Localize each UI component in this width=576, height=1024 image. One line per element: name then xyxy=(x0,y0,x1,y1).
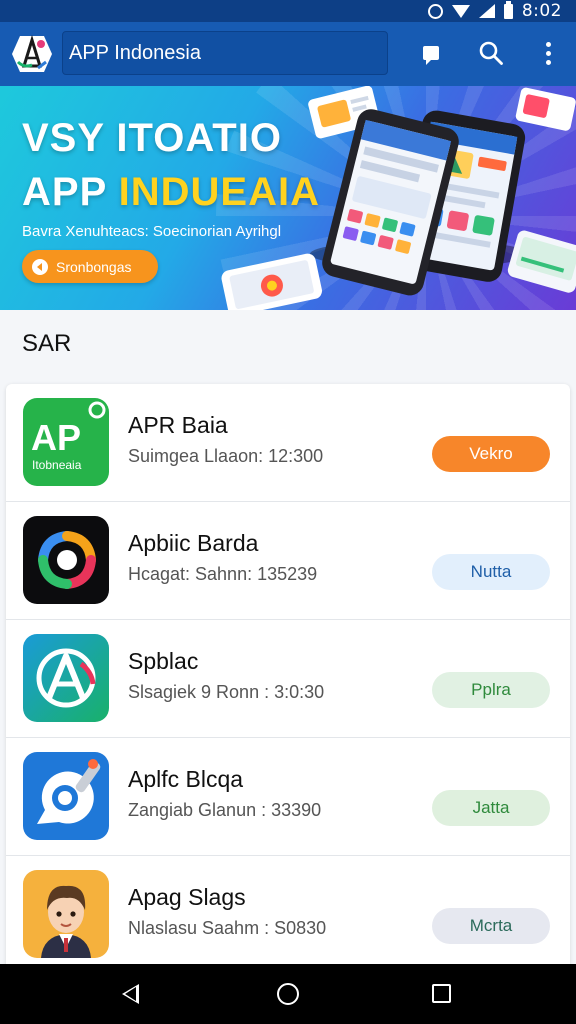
app-name: Apbiic Barda xyxy=(128,530,259,556)
back-icon[interactable] xyxy=(122,984,139,1004)
phones-illustration xyxy=(221,86,576,310)
ap-icon-subtext: Itobneaia xyxy=(32,458,82,472)
app-action-button[interactable]: Mcrta xyxy=(432,908,550,944)
app-meta: Suimgea Llaaon: 12:300 xyxy=(128,446,324,466)
banner-cta-label: Sronbongas xyxy=(56,258,132,275)
recents-icon[interactable] xyxy=(432,984,451,1003)
ap-icon-text: AP xyxy=(31,417,81,458)
wifi-icon xyxy=(451,4,470,18)
status-bar: 8:02 xyxy=(0,0,576,22)
colorful-camera-icon[interactable] xyxy=(23,516,109,604)
status-icons: 8:02 xyxy=(427,0,562,21)
ap-indonesia-icon[interactable]: AP Itobneaia xyxy=(23,398,109,486)
banner-cta-button[interactable]: Sronbongas xyxy=(22,250,158,283)
app-meta: Zangiab Glanun : 33390 xyxy=(128,800,322,820)
app-name: Spblac xyxy=(128,648,199,674)
alarm-icon xyxy=(427,3,443,19)
chat-bubble-icon[interactable] xyxy=(23,752,109,840)
cartoon-avatar-icon[interactable] xyxy=(23,870,109,958)
app-meta: Slsagiek 9 Ronn : 3:0:30 xyxy=(128,682,325,702)
app-logo[interactable] xyxy=(10,32,54,76)
chat-icon[interactable] xyxy=(414,36,448,70)
banner-headline-app: APP xyxy=(22,170,107,214)
app-name: APR Baia xyxy=(128,412,228,438)
list-item[interactable]: AP Itobneaia APR Baia Suimgea Llaaon: 12… xyxy=(6,384,570,502)
app-name: Aplfc Blcqa xyxy=(128,766,244,792)
app-bar: APP Indonesia xyxy=(0,22,576,86)
arrow-left-icon xyxy=(32,258,48,275)
battery-icon xyxy=(503,0,513,19)
search-icon[interactable] xyxy=(474,36,508,70)
list-item[interactable]: Apbiic Barda Hcagat: Sahnn: 135239 Nutta xyxy=(6,502,570,620)
app-name: Apag Slags xyxy=(128,884,246,910)
app-list: AP Itobneaia APR Baia Suimgea Llaaon: 12… xyxy=(6,384,570,974)
app-meta: Hcagat: Sahnn: 135239 xyxy=(128,564,318,584)
app-meta: Nlaslasu Saahm : S0830 xyxy=(128,918,327,938)
more-vert-icon[interactable] xyxy=(531,36,565,70)
letter-a-icon[interactable] xyxy=(23,634,109,722)
list-item[interactable]: Apag Slags Nlaslasu Saahm : S0830 Mcrta xyxy=(6,856,570,974)
app-title-field[interactable]: APP Indonesia xyxy=(62,31,388,75)
list-item[interactable]: Aplfc Blcqa Zangiab Glanun : 33390 Jatta xyxy=(6,738,570,856)
app-action-button[interactable]: Jatta xyxy=(432,790,550,826)
section-title: SAR xyxy=(22,330,72,357)
signal-icon xyxy=(478,4,495,18)
list-item[interactable]: Spblac Slsagiek 9 Ronn : 3:0:30 Pplra xyxy=(6,620,570,738)
app-action-button[interactable]: Vekro xyxy=(432,436,550,472)
app-action-button[interactable]: Nutta xyxy=(432,554,550,590)
home-icon[interactable] xyxy=(277,983,299,1005)
promo-banner[interactable]: VSY ITOATIO APP INDUEAIA Bavra Xenuhteac… xyxy=(0,86,576,310)
app-action-button[interactable]: Pplra xyxy=(432,672,550,708)
navigation-bar xyxy=(0,964,576,1024)
status-time: 8:02 xyxy=(521,1,562,21)
